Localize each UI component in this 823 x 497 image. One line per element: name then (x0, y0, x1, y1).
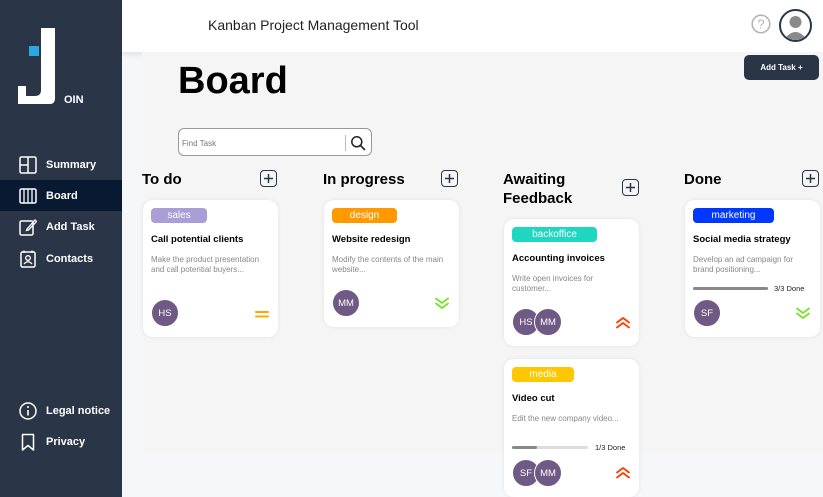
task-title: Website redesign (332, 234, 411, 245)
priority-urgent-icon (616, 467, 630, 479)
sidebar-item-summary[interactable]: Summary (0, 149, 122, 180)
svg-text:OIN: OIN (64, 94, 84, 106)
sidebar-item-label: Board (46, 189, 78, 202)
task-category-tag: marketing (693, 208, 774, 223)
priority-low-icon (435, 297, 449, 309)
task-category-tag: sales (151, 208, 207, 223)
summary-icon (19, 155, 37, 174)
plus-icon (264, 174, 273, 183)
add-to-todo-button[interactable] (260, 170, 277, 187)
sidebar-item-label: Contacts (46, 252, 94, 265)
task-description: Develop an ad campaign for brand positio… (693, 255, 794, 274)
task-description: Make the product presentation and call p… (151, 255, 260, 274)
task-title: Accounting invoices (512, 253, 605, 264)
task-card[interactable]: design Website redesign Modify the conte… (324, 200, 459, 327)
task-description: Modify the contents of the main website.… (332, 255, 444, 274)
column-title-in-progress: In progress (323, 171, 405, 188)
sidebar: OIN Summary Board Add Task Contacts Lega… (0, 0, 122, 497)
sidebar-item-label: Summary (46, 158, 97, 171)
task-card[interactable]: marketing Social media strategy Develop … (685, 200, 820, 337)
task-description: Write open invoices for customer... (512, 274, 594, 293)
column-title-awaiting-feedback: Awaiting Feedback (503, 171, 573, 207)
user-avatar-icon (783, 16, 808, 40)
help-icon[interactable]: ? (751, 14, 771, 34)
info-icon (19, 401, 37, 420)
plus-icon (626, 183, 635, 192)
top-header: Kanban Project Management Tool ? (122, 0, 823, 52)
subtask-progress-text: 3/3 Done (774, 284, 805, 293)
assignee-avatar: MM (534, 308, 562, 336)
subtask-progress-text: 1/3 Done (595, 443, 626, 452)
add-to-awaiting-feedback-button[interactable] (622, 179, 639, 196)
task-category-tag: backoffice (512, 227, 597, 242)
task-card[interactable]: media Video cut Edit the new company vid… (504, 359, 639, 497)
assignee-avatar: SF (693, 299, 721, 327)
svg-text:?: ? (757, 17, 764, 32)
sidebar-item-contacts[interactable]: Contacts (0, 243, 122, 274)
assignee-avatar: MM (332, 289, 360, 317)
sidebar-item-label: Add Task (46, 220, 95, 233)
board-icon (19, 187, 37, 204)
sidebar-item-add-task[interactable]: Add Task (0, 211, 122, 242)
subtask-progress-bar (512, 446, 588, 449)
join-logo-icon: OIN (18, 28, 84, 106)
page-title: Board (178, 60, 288, 102)
sidebar-item-legal-notice[interactable]: Legal notice (0, 395, 122, 426)
bookmark-icon (21, 433, 35, 451)
assignee-avatar: HS (151, 299, 179, 327)
task-title: Video cut (512, 393, 555, 404)
priority-medium-icon (255, 311, 269, 318)
task-description: Edit the new company video... (512, 414, 619, 423)
task-category-tag: design (332, 208, 397, 223)
add-to-done-button[interactable] (802, 170, 819, 187)
subtask-progress-fill (693, 287, 768, 290)
user-avatar-button[interactable] (779, 9, 812, 42)
contacts-icon (20, 250, 36, 268)
add-to-in-progress-button[interactable] (441, 170, 458, 187)
sidebar-item-board[interactable]: Board (0, 180, 122, 211)
task-card[interactable]: backoffice Accounting invoices Write ope… (504, 219, 639, 346)
search-divider (345, 135, 346, 151)
sidebar-item-label: Privacy (46, 435, 86, 448)
add-task-icon (19, 218, 37, 236)
priority-urgent-icon (616, 317, 630, 329)
join-logo: OIN (18, 28, 88, 108)
task-category-tag: media (512, 367, 574, 382)
search-input[interactable] (182, 135, 342, 151)
priority-low-icon (796, 307, 810, 319)
search-box (178, 128, 372, 156)
column-title-done: Done (684, 171, 722, 188)
plus-icon (445, 174, 454, 183)
task-title: Social media strategy (693, 234, 791, 245)
task-card[interactable]: sales Call potential clients Make the pr… (143, 200, 278, 337)
plus-icon (806, 174, 815, 183)
subtask-progress-fill (512, 446, 538, 449)
subtask-progress-bar (693, 287, 768, 290)
search-icon[interactable] (350, 135, 366, 151)
header-title: Kanban Project Management Tool (208, 17, 419, 33)
add-task-button[interactable]: Add Task + (744, 55, 819, 80)
assignee-avatar: MM (534, 459, 562, 487)
sidebar-item-privacy[interactable]: Privacy (0, 426, 122, 457)
column-title-todo: To do (142, 171, 182, 188)
sidebar-item-label: Legal notice (46, 404, 111, 417)
task-title: Call potential clients (151, 234, 244, 245)
